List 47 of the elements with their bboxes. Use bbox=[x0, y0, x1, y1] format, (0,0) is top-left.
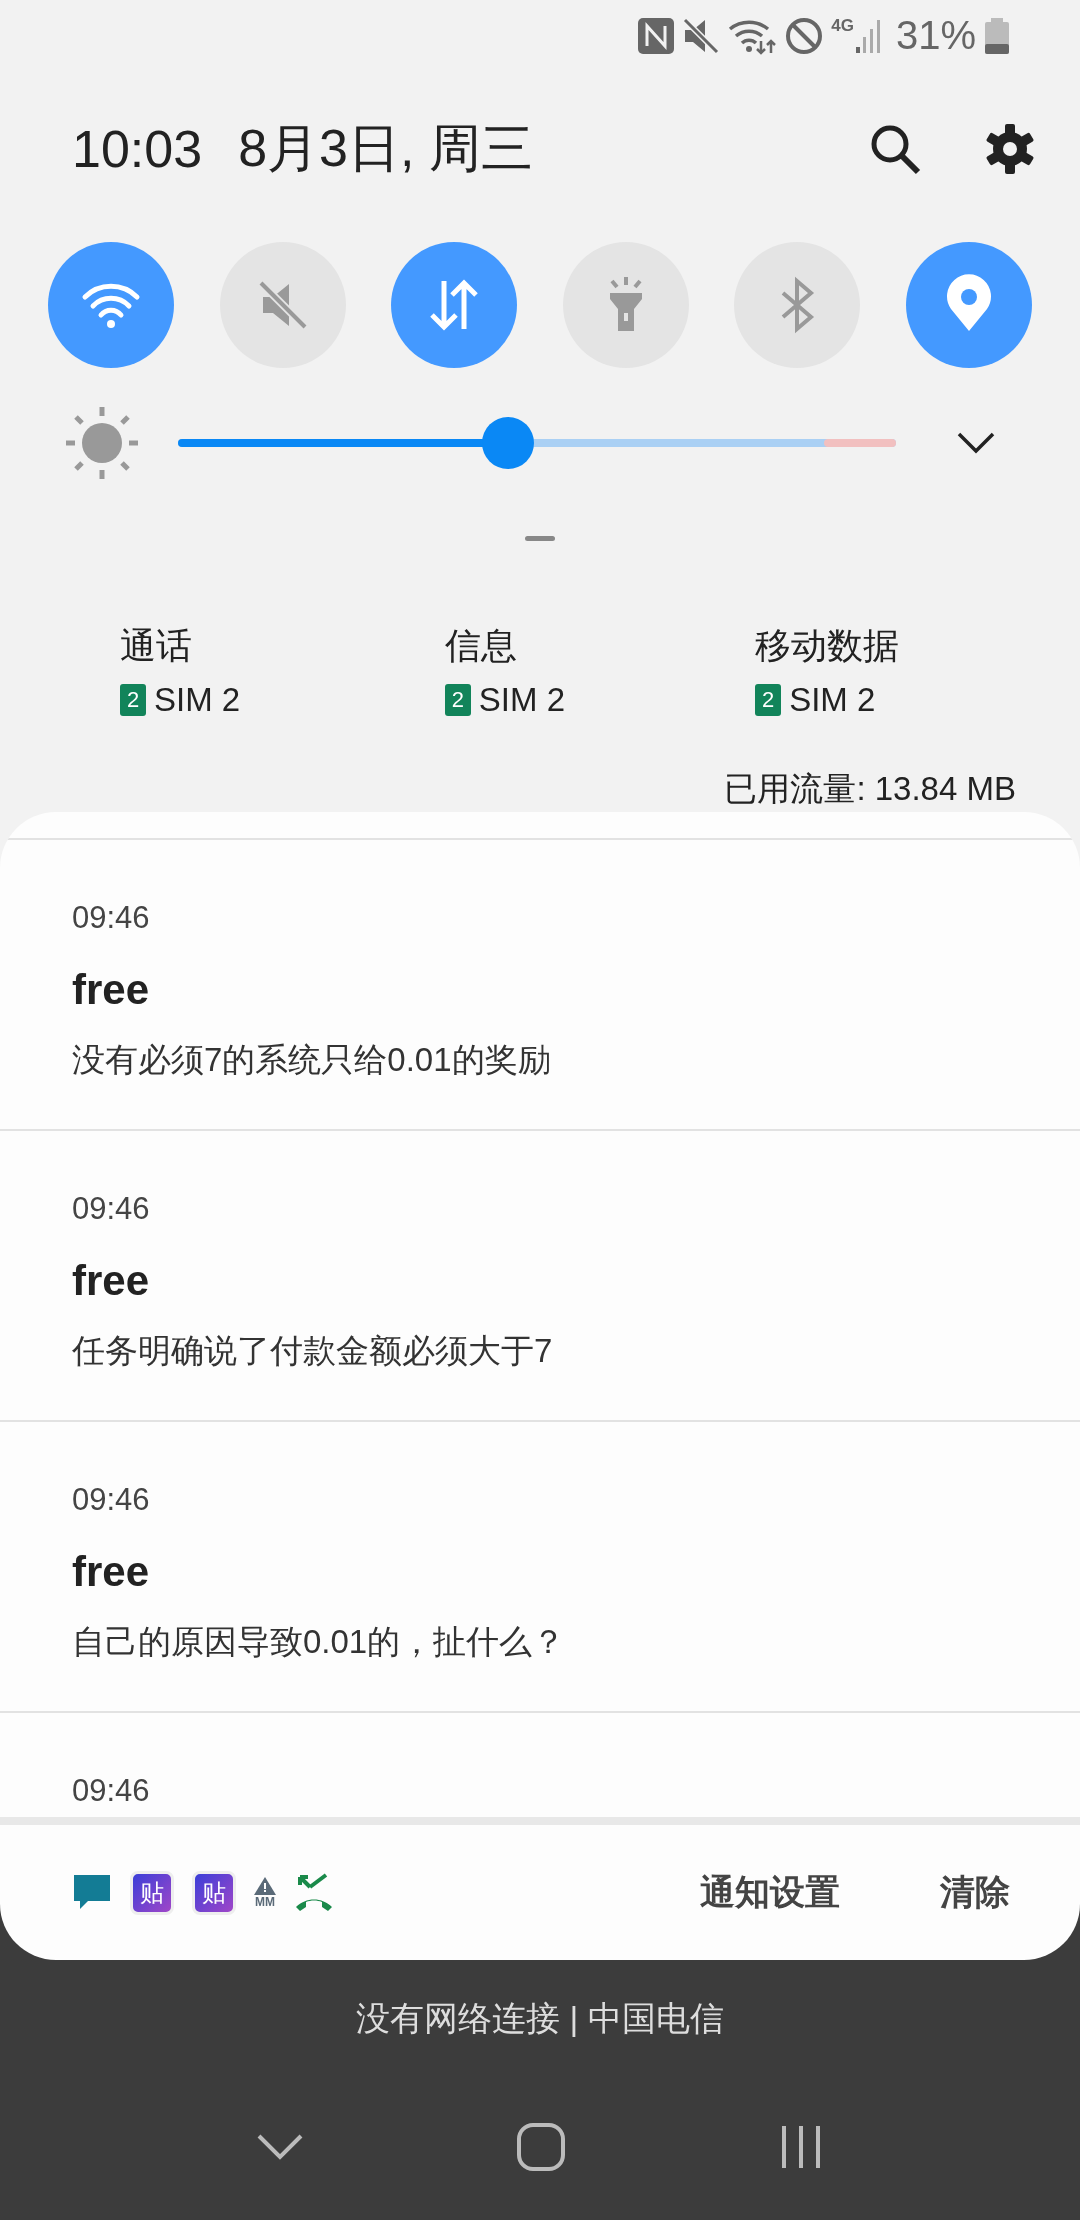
notification-time: 09:46 bbox=[72, 1773, 151, 1809]
expand-icon[interactable] bbox=[956, 431, 996, 456]
notification-title: free bbox=[72, 966, 151, 1014]
app-icon: 贴 bbox=[192, 1870, 236, 1915]
drag-handle[interactable] bbox=[525, 536, 555, 542]
sim-setting-label: 信息 bbox=[444, 624, 518, 669]
battery-icon bbox=[984, 16, 1010, 55]
down-nav-icon[interactable] bbox=[256, 2132, 304, 2162]
blocked-icon bbox=[785, 16, 824, 55]
notification-card[interactable]: 09:46 free 没有必须7的系统只给0.01的奖励 bbox=[0, 840, 1080, 1131]
mute-icon bbox=[683, 16, 720, 55]
sim-name: SIM 2 bbox=[478, 681, 566, 720]
clock-time: 10:03 bbox=[72, 119, 203, 180]
notification-time: 09:46 bbox=[72, 1191, 151, 1227]
sim-setting[interactable]: 移动数据 2 SIM 2 bbox=[755, 622, 1080, 767]
carrier-status: 没有网络连接 | 中国电信 bbox=[356, 1998, 724, 2039]
notification-card[interactable]: 09:46 free 自己的原因导致0.01的，扯什么？ bbox=[0, 1422, 1080, 1713]
sim-badge: 2 bbox=[120, 684, 146, 717]
home-button-icon[interactable] bbox=[516, 2122, 566, 2172]
notification-time: 09:46 bbox=[72, 900, 151, 936]
nfc-icon bbox=[637, 16, 676, 55]
brightness-icon bbox=[64, 405, 140, 482]
notification-message: 自己的原因导致0.01的，扯什么？ bbox=[72, 1622, 567, 1662]
notification-time: 09:46 bbox=[72, 1482, 151, 1518]
app-icon: 贴 bbox=[130, 1870, 174, 1915]
battery-percent: 31% bbox=[895, 13, 976, 59]
missed-call-icon bbox=[294, 1872, 334, 1913]
sim-setting[interactable]: 信息 2 SIM 2 bbox=[444, 622, 756, 767]
network-type: 4G bbox=[831, 16, 854, 36]
notification-title: free bbox=[72, 1548, 151, 1596]
notification-message: 没有必须7的系统只给0.01的奖励 bbox=[72, 1040, 552, 1080]
notification-message: 任务明确说了付款金额必须大于7 bbox=[72, 1331, 554, 1371]
footer-button[interactable]: 通知设置 bbox=[700, 1869, 840, 1916]
data-usage: 已用流量: 13.84 MB bbox=[724, 769, 1016, 809]
notification-card[interactable]: 09:46 free 任务明确说了付款金额必须大于7 bbox=[0, 1131, 1080, 1422]
sim-badge: 2 bbox=[444, 684, 471, 717]
sim-setting[interactable]: 通话 2 SIM 2 bbox=[120, 622, 445, 767]
sim-setting-label: 通话 bbox=[120, 624, 193, 669]
date-text: 8月3日, 周三 bbox=[238, 118, 533, 180]
sim-badge: 2 bbox=[755, 684, 782, 717]
settings-icon[interactable] bbox=[984, 123, 1036, 176]
sim-setting-label: 移动数据 bbox=[755, 624, 901, 669]
brightness-slider[interactable] bbox=[178, 417, 896, 470]
sim-name: SIM 2 bbox=[789, 681, 876, 720]
sim-name: SIM 2 bbox=[154, 681, 241, 720]
notification-title: free bbox=[72, 1257, 151, 1305]
footer-button[interactable]: 清除 bbox=[940, 1869, 1010, 1916]
